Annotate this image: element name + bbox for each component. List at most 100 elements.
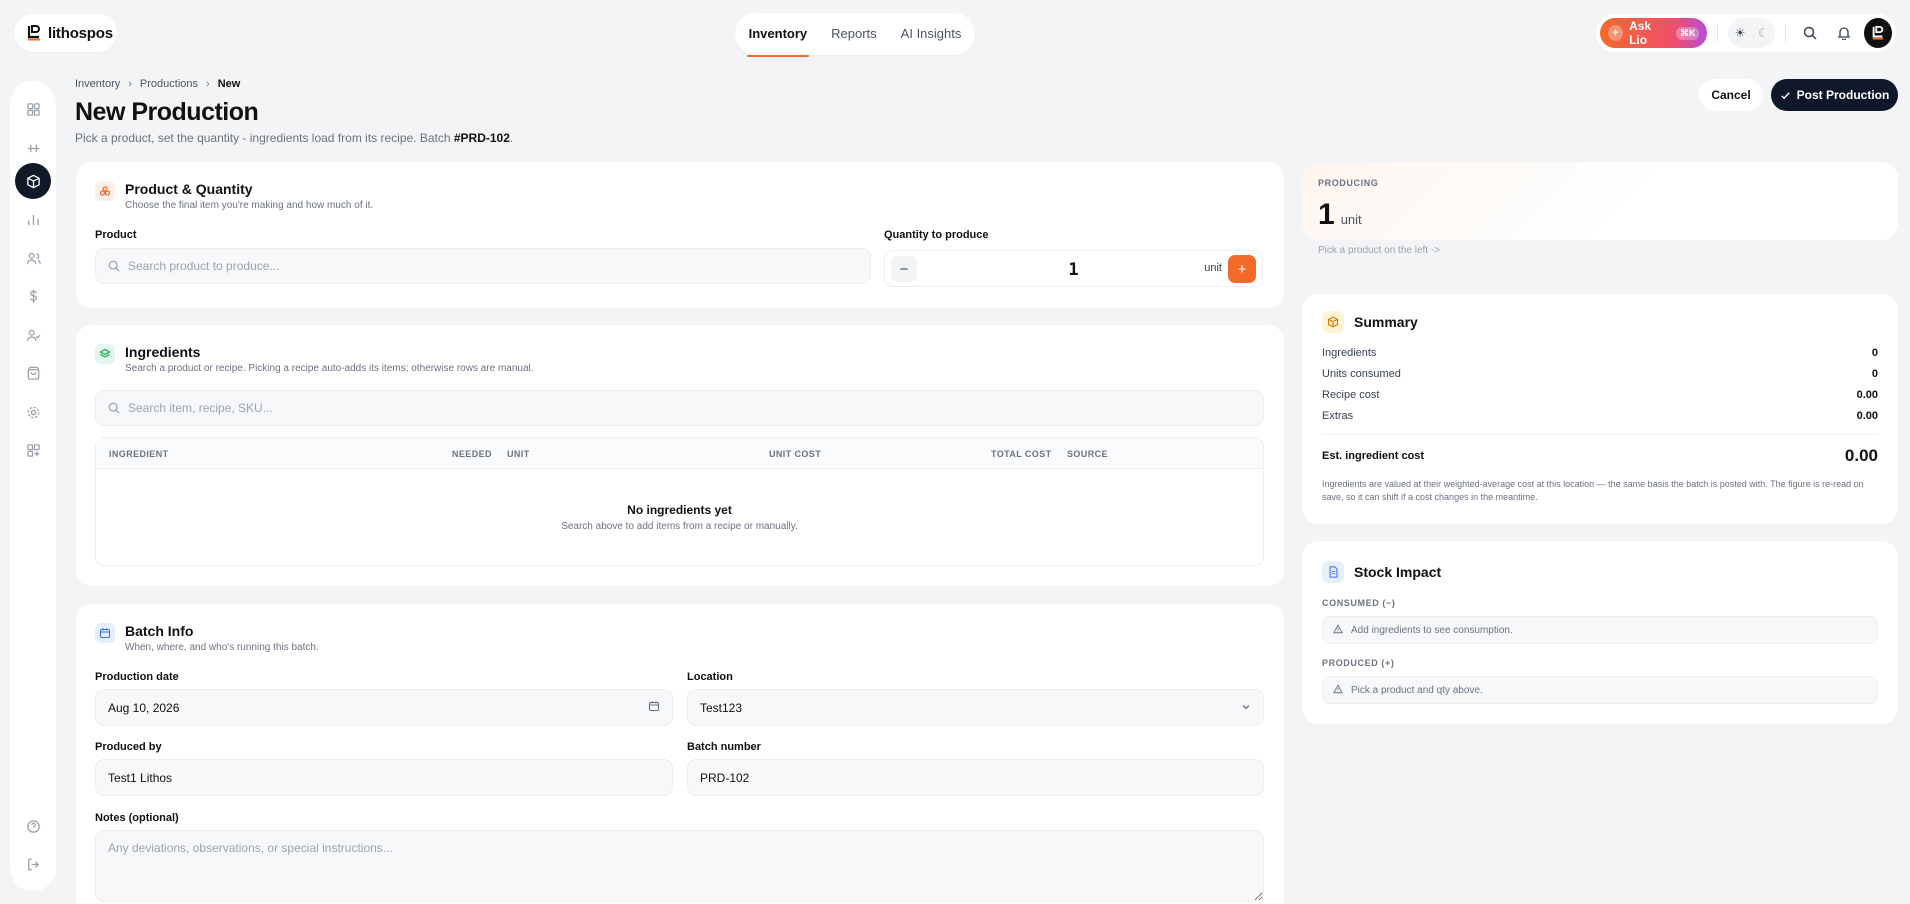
- location-select[interactable]: Test123: [687, 689, 1264, 726]
- sidebar-item-inventory[interactable]: [15, 163, 51, 199]
- notes-textarea[interactable]: [95, 830, 1264, 902]
- summary-label: Units consumed: [1322, 368, 1401, 380]
- users-icon: [26, 252, 41, 264]
- sidebar-item-logout[interactable]: [15, 846, 51, 882]
- sidebar-item-apps[interactable]: [15, 432, 51, 468]
- calendar-icon[interactable]: [648, 700, 660, 715]
- bell-icon: [1837, 27, 1851, 40]
- sliders-icon: [27, 144, 39, 152]
- header-actions: + Ask Lio ⌘K ☀ ☾: [1596, 14, 1896, 52]
- tab-ai-insights[interactable]: AI Insights: [891, 13, 972, 55]
- apps-icon: [26, 443, 40, 457]
- production-date-field[interactable]: Aug 10, 2026: [95, 689, 673, 726]
- divider: [1785, 24, 1787, 42]
- sun-icon[interactable]: ☀: [1735, 26, 1746, 40]
- breadcrumb-productions[interactable]: Productions: [140, 78, 198, 90]
- warning-icon: [1333, 683, 1343, 697]
- product-search-placeholder: Search product to produce...: [128, 259, 280, 273]
- sidebar-item-dashboard[interactable]: [15, 91, 51, 127]
- summary-divider: [1322, 434, 1878, 435]
- consumed-note-text: Add ingredients to see consumption.: [1351, 624, 1513, 636]
- summary-row-recipe-cost: Recipe cost 0.00: [1322, 389, 1878, 401]
- summary-value: 0.00: [1856, 389, 1878, 401]
- product-label: Product: [95, 229, 137, 241]
- producing-card: [1302, 162, 1898, 240]
- cancel-button[interactable]: Cancel: [1699, 79, 1763, 111]
- breadcrumb: Inventory › Productions › New: [75, 78, 240, 90]
- sidebar: [10, 81, 56, 891]
- location-label: Location: [687, 671, 733, 683]
- sidebar-item-help[interactable]: [15, 808, 51, 844]
- quantity-unit: unit: [1204, 262, 1222, 274]
- grid-icon: [26, 102, 40, 116]
- post-production-button[interactable]: Post Production: [1771, 79, 1898, 111]
- package-icon: [1322, 311, 1344, 333]
- empty-state-title: No ingredients yet: [627, 503, 732, 517]
- theme-toggle[interactable]: ☀ ☾: [1728, 18, 1776, 48]
- produced-by-field[interactable]: Test1 Lithos: [95, 759, 673, 796]
- consumed-label: CONSUMED (−): [1322, 598, 1396, 608]
- sidebar-item-purchases[interactable]: [15, 355, 51, 391]
- produced-label: PRODUCED (+): [1322, 658, 1395, 668]
- brand-logo[interactable]: lithospos: [14, 14, 117, 52]
- sidebar-item-reports[interactable]: [15, 201, 51, 237]
- produced-by-value: Test1 Lithos: [108, 770, 173, 785]
- recipe-icon: [95, 181, 115, 201]
- produced-by-label: Produced by: [95, 741, 162, 753]
- bar-chart-icon: [27, 214, 39, 225]
- summary-row-extras: Extras 0.00: [1322, 410, 1878, 422]
- notifications-button[interactable]: [1830, 18, 1858, 48]
- user-check-icon: [26, 329, 41, 341]
- summary-label: Recipe cost: [1322, 389, 1380, 401]
- search-icon: [108, 402, 120, 414]
- sidebar-item-pos[interactable]: [15, 130, 51, 166]
- avatar[interactable]: [1864, 18, 1893, 48]
- column-needed: NEEDED: [452, 449, 492, 459]
- tab-reports[interactable]: Reports: [821, 13, 887, 55]
- top-navigation: Inventory Reports AI Insights: [735, 13, 975, 57]
- sidebar-item-customers[interactable]: [15, 240, 51, 276]
- quantity-stepper: − 1 unit +: [884, 250, 1263, 287]
- ask-lio-button[interactable]: + Ask Lio ⌘K: [1600, 18, 1708, 48]
- summary-value: 0: [1871, 347, 1878, 359]
- column-unit: UNIT: [507, 449, 530, 459]
- chevron-right-icon: ›: [128, 78, 132, 90]
- column-source: SOURCE: [1067, 449, 1108, 459]
- sidebar-item-staff[interactable]: [15, 317, 51, 353]
- product-search-input[interactable]: Search product to produce...: [95, 248, 871, 284]
- batch-number-field[interactable]: PRD-102: [687, 759, 1264, 796]
- ingredients-table: INGREDIENT NEEDED UNIT UNIT COST TOTAL C…: [95, 437, 1264, 566]
- sidebar-item-finance[interactable]: [15, 278, 51, 314]
- layers-icon: [95, 344, 115, 364]
- sidebar-item-settings[interactable]: [15, 394, 51, 430]
- page-title: New Production: [75, 98, 259, 126]
- produced-note-text: Pick a product and qty above.: [1351, 684, 1483, 696]
- search-button[interactable]: [1796, 18, 1824, 48]
- producing-qty: 1: [1318, 198, 1335, 231]
- breadcrumb-inventory[interactable]: Inventory: [75, 78, 120, 90]
- stock-impact-header: Stock Impact: [1322, 561, 1441, 583]
- production-date-label: Production date: [95, 671, 179, 683]
- search-icon: [108, 260, 120, 272]
- user-avatar-icon: [1872, 26, 1884, 40]
- empty-state-subtitle: Search above to add items from a recipe …: [561, 521, 798, 532]
- batch-card-title: Batch Info: [125, 623, 194, 639]
- tab-inventory[interactable]: Inventory: [739, 13, 818, 57]
- product-card-subtitle: Choose the final item you're making and …: [125, 200, 374, 211]
- summary-row-units-consumed: Units consumed 0: [1322, 368, 1878, 380]
- consumed-note: Add ingredients to see consumption.: [1322, 616, 1878, 644]
- moon-icon[interactable]: ☾: [1758, 26, 1769, 40]
- summary-value: 0: [1871, 368, 1878, 380]
- increase-quantity-button[interactable]: +: [1228, 255, 1256, 283]
- ingredients-card-title: Ingredients: [125, 344, 201, 360]
- document-icon: [1322, 561, 1344, 583]
- product-card-header: Product & Quantity Choose the final item…: [95, 181, 373, 211]
- ingredient-search-input[interactable]: Search item, recipe, SKU...: [95, 390, 1264, 426]
- summary-label: Ingredients: [1322, 347, 1377, 359]
- summary-value: 0.00: [1856, 410, 1878, 422]
- summary-total-label: Est. ingredient cost: [1322, 450, 1425, 462]
- box-icon: [26, 174, 40, 188]
- product-card-title: Product & Quantity: [125, 181, 253, 197]
- page-subtitle: Pick a product, set the quantity - ingre…: [75, 131, 513, 145]
- shopping-bag-icon: [27, 366, 39, 380]
